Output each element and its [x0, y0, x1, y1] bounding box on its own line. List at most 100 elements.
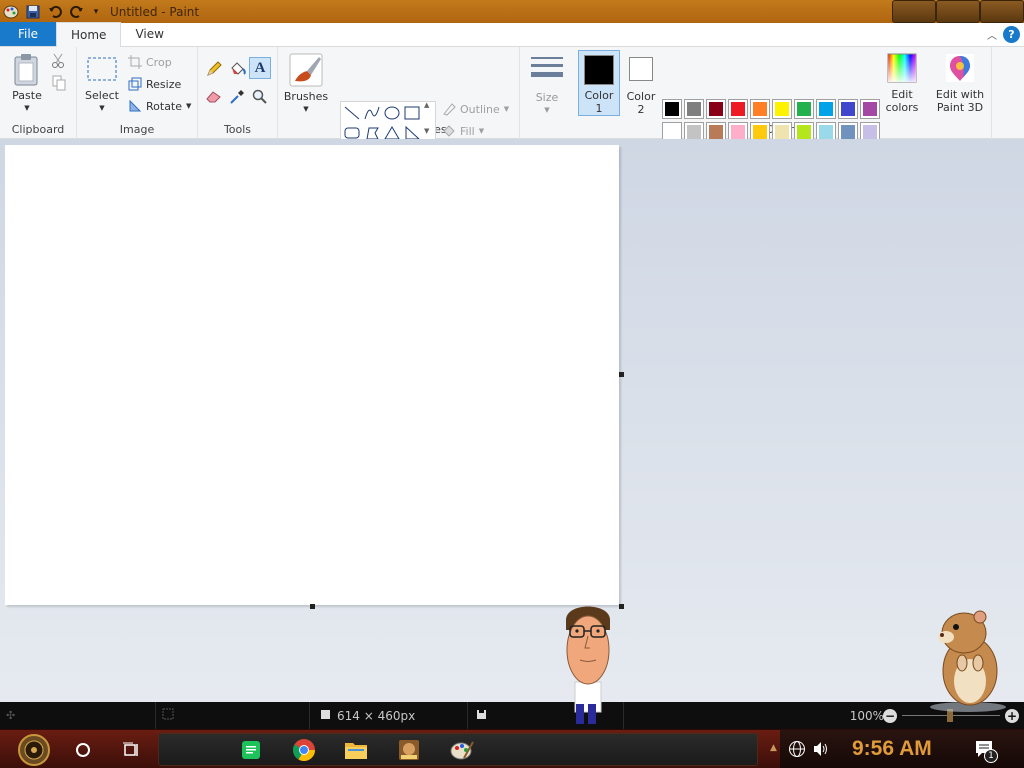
collapse-ribbon-icon[interactable]: ︿ [987, 27, 997, 42]
palette-swatch-color [663, 100, 681, 118]
start-button[interactable] [8, 730, 60, 768]
close-button[interactable] [980, 0, 1024, 23]
palette-swatch-color [773, 100, 791, 118]
eraser-icon[interactable] [206, 89, 222, 103]
palette-swatch[interactable] [772, 99, 792, 119]
edit-colors-button[interactable]: Edit colors [882, 53, 922, 114]
task-view-button[interactable] [116, 730, 146, 768]
folder-icon [345, 742, 367, 759]
image-group: Select ▼ Crop Resize Rotate ▼ Image [77, 47, 198, 139]
palette-swatch-color [795, 100, 813, 118]
redo-icon[interactable] [66, 1, 88, 23]
color1-swatch [584, 55, 614, 85]
resize-button[interactable]: Resize [128, 74, 181, 94]
taskbar-app-paint[interactable] [448, 730, 476, 768]
network-globe-icon[interactable] [788, 740, 806, 761]
pencil-icon[interactable] [206, 61, 222, 77]
desktop-buddy-hamster[interactable] [920, 603, 1010, 713]
size-button[interactable]: Size ▼ [528, 55, 566, 117]
desktop-buddy-character[interactable] [558, 600, 618, 724]
palette-swatch-color [751, 100, 769, 118]
canvas-workspace [0, 139, 1024, 702]
customize-quick-access-icon[interactable]: ▾ [88, 1, 104, 23]
palette-swatch[interactable] [684, 99, 704, 119]
drawing-canvas[interactable] [5, 145, 619, 605]
cursor-position-icon: ✣ [6, 709, 16, 722]
system-tray: ▲ 9:56 AM 1 [770, 730, 1024, 768]
crop-button[interactable]: Crop [128, 52, 172, 72]
canvas-size-text: 614 × 460px [337, 708, 416, 723]
palette-swatch[interactable] [706, 99, 726, 119]
chevron-down-icon: ▼ [303, 105, 309, 113]
palette-swatch[interactable] [838, 99, 858, 119]
line-shape-icon[interactable] [342, 103, 362, 123]
cut-icon[interactable] [51, 53, 65, 69]
chevron-down-icon: ▼ [478, 127, 485, 135]
show-hidden-icons-icon[interactable]: ▲ [770, 743, 777, 753]
zoom-out-button[interactable]: − [883, 709, 897, 723]
resize-handle-bottom[interactable] [310, 604, 315, 609]
scroll-down-icon[interactable]: ▼ [424, 127, 436, 135]
taskbar-app-chrome[interactable] [290, 730, 318, 768]
tab-file[interactable]: File [0, 22, 56, 46]
color2-button[interactable]: Color 2 [622, 51, 660, 116]
color1-number: 1 [595, 102, 603, 115]
minimize-button[interactable] [892, 0, 936, 23]
taskbar-app-file-explorer[interactable] [342, 730, 370, 768]
ribbon: Paste ▼ Clipboard Select ▼ Crop Resize R… [0, 47, 1024, 165]
paint3d-label-2: Paint 3D [936, 101, 984, 114]
curve-shape-icon[interactable] [362, 103, 382, 123]
palette-swatch[interactable] [860, 99, 880, 119]
crop-label: Crop [146, 55, 172, 69]
paste-button[interactable]: Paste ▼ [8, 53, 46, 115]
undo-icon[interactable] [44, 1, 66, 23]
palette-swatch[interactable] [794, 99, 814, 119]
status-bar: ✣ 614 × 460px 100% − + [0, 702, 1024, 729]
size-label: Size [535, 91, 559, 104]
scroll-up-icon[interactable]: ▲ [424, 101, 436, 109]
resize-handle-right[interactable] [619, 372, 624, 377]
rectangle-shape-icon[interactable] [402, 103, 422, 123]
text-icon[interactable]: A [249, 57, 271, 79]
color-picker-icon[interactable] [229, 89, 245, 105]
paint-app-icon[interactable] [0, 1, 22, 23]
rotate-button[interactable]: Rotate ▼ [128, 96, 191, 116]
outline-button[interactable]: Outline ▼ [442, 99, 509, 119]
maximize-button[interactable] [936, 0, 980, 23]
brushes-button[interactable]: Brushes ▼ [284, 53, 328, 116]
palette-swatch[interactable] [662, 99, 682, 119]
chevron-down-icon: ▼ [186, 102, 192, 110]
fill-button[interactable]: Fill ▼ [442, 121, 484, 141]
chevron-down-icon: ▼ [544, 106, 550, 114]
taskbar-clock[interactable]: 9:56 AM [852, 737, 932, 761]
palette-swatch[interactable] [728, 99, 748, 119]
chevron-down-icon: ▼ [24, 104, 30, 112]
ribbon-spacer [992, 47, 1024, 139]
save-icon[interactable] [22, 1, 44, 23]
copy-icon[interactable] [51, 75, 67, 91]
volume-icon[interactable] [812, 740, 830, 761]
paint3d-label-1: Edit with [935, 88, 985, 101]
taskbar-app-notes[interactable] [238, 730, 264, 768]
action-center-button[interactable]: 1 [974, 739, 998, 764]
color1-button[interactable]: Color 1 [578, 50, 620, 116]
color2-number: 2 [637, 103, 645, 116]
tab-view[interactable]: View [121, 22, 177, 46]
oval-shape-icon[interactable] [382, 103, 402, 123]
palette-swatch-color [729, 100, 747, 118]
select-button[interactable]: Select ▼ [83, 55, 121, 115]
taskbar-app-bonzi[interactable] [396, 730, 422, 768]
outline-icon [442, 102, 456, 116]
zoom-level-cell: 100% [836, 702, 884, 729]
fill-bucket-icon[interactable] [229, 61, 247, 77]
help-icon[interactable]: ? [1003, 26, 1020, 43]
tab-home[interactable]: Home [56, 22, 122, 47]
palette-swatch[interactable] [750, 99, 770, 119]
palette-swatch[interactable] [816, 99, 836, 119]
edit-colors-label-2: colors [885, 101, 919, 114]
window-title: Untitled - Paint [110, 4, 200, 19]
magnifier-icon[interactable] [252, 89, 268, 105]
edit-with-paint3d-button[interactable]: Edit with Paint 3D [932, 53, 988, 114]
resize-handle-corner[interactable] [619, 604, 624, 609]
cortana-button[interactable] [68, 730, 98, 768]
